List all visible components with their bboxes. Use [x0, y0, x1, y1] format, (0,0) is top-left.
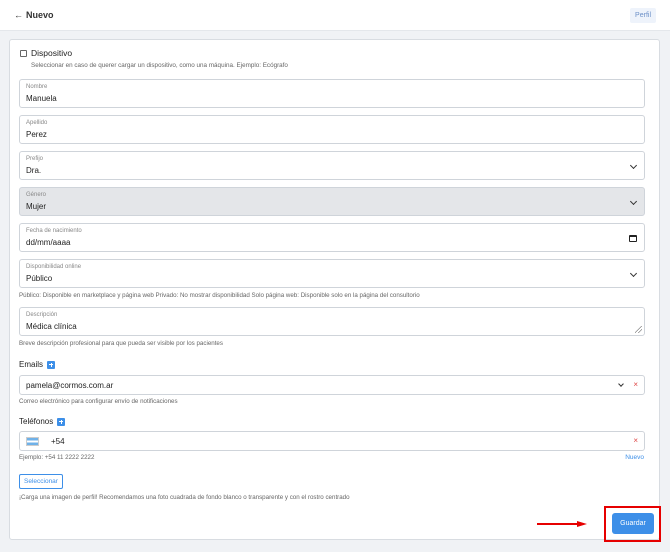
nombre-field[interactable]: Nombre Manuela: [19, 79, 645, 108]
descripcion-label: Descripción: [26, 312, 58, 318]
phone-prefix: +54: [51, 437, 65, 446]
device-checkbox-label: Dispositivo: [31, 48, 73, 58]
device-help-text: Seleccionar en caso de querer cargar un …: [31, 62, 288, 69]
form-card: Dispositivo Seleccionar en caso de quere…: [9, 39, 661, 542]
remove-email-icon[interactable]: ×: [633, 380, 638, 389]
fecha-label: Fecha de nacimiento: [26, 228, 82, 234]
chevron-down-icon: [629, 161, 638, 170]
device-checkbox[interactable]: [20, 49, 27, 57]
photo-help: ¡Carga una imagen de perfil! Recomendamo…: [19, 494, 350, 501]
prefijo-value: Dra.: [26, 166, 42, 175]
descripcion-help: Breve descripción profesional para que p…: [19, 340, 223, 347]
descripcion-value: Médica clínica: [26, 322, 77, 331]
select-photo-button[interactable]: Seleccionar: [19, 474, 63, 489]
fecha-nacimiento-input[interactable]: Fecha de nacimiento dd/mm/aaaa: [19, 223, 645, 252]
genero-label: Género: [26, 192, 47, 198]
new-phone-link[interactable]: Nuevo: [625, 454, 644, 461]
disponibilidad-select[interactable]: Disponibilidad online Público: [19, 259, 645, 288]
email-value: pamela@cormos.com.ar: [26, 381, 114, 390]
nombre-label: Nombre: [26, 84, 48, 90]
emails-title: Emails: [19, 360, 44, 369]
apellido-label: Apellido: [26, 120, 48, 126]
calendar-icon[interactable]: [629, 235, 637, 242]
disponibilidad-help: Público: Disponible en marketplace y pág…: [19, 292, 420, 299]
save-button[interactable]: Guardar: [612, 513, 654, 534]
add-phone-button[interactable]: [57, 417, 66, 426]
phone-input[interactable]: +54 ×: [19, 431, 645, 451]
remove-phone-icon[interactable]: ×: [633, 436, 638, 445]
disponibilidad-label: Disponibilidad online: [26, 264, 82, 270]
nombre-value: Manuela: [26, 94, 57, 103]
emails-section-title: Emails: [19, 360, 56, 369]
apellido-field[interactable]: Apellido Perez: [19, 115, 645, 144]
top-bar: ← Nuevo Perfil: [0, 0, 670, 31]
genero-select: Género Mujer: [19, 187, 645, 216]
chevron-down-icon: [629, 269, 638, 278]
prefijo-label: Prefijo: [26, 156, 44, 162]
chevron-down-icon: [629, 197, 638, 206]
phones-title: Teléfonos: [19, 417, 54, 426]
apellido-value: Perez: [26, 130, 47, 139]
phones-section-title: Teléfonos: [19, 417, 66, 426]
disponibilidad-value: Público: [26, 274, 53, 283]
argentina-flag-icon[interactable]: [26, 437, 39, 446]
back-arrow-icon[interactable]: ←: [14, 10, 23, 20]
genero-value: Mujer: [26, 202, 47, 211]
annotation-arrow-icon: [537, 521, 587, 527]
page-title: Nuevo: [26, 10, 54, 20]
email-input[interactable]: pamela@cormos.com.ar ×: [19, 375, 645, 395]
profile-button[interactable]: Perfil: [630, 8, 656, 23]
prefijo-select[interactable]: Prefijo Dra.: [19, 151, 645, 180]
resize-handle-icon[interactable]: [635, 326, 642, 333]
add-email-button[interactable]: [47, 360, 56, 369]
descripcion-textarea[interactable]: Descripción Médica clínica: [19, 307, 645, 336]
emails-help: Correo electrónico para configurar envío…: [19, 398, 178, 405]
fecha-value: dd/mm/aaaa: [26, 238, 71, 247]
phones-help: Ejemplo: +54 11 2222 2222: [19, 454, 95, 461]
chevron-down-icon[interactable]: [618, 381, 624, 387]
device-checkbox-row[interactable]: Dispositivo: [20, 48, 72, 58]
